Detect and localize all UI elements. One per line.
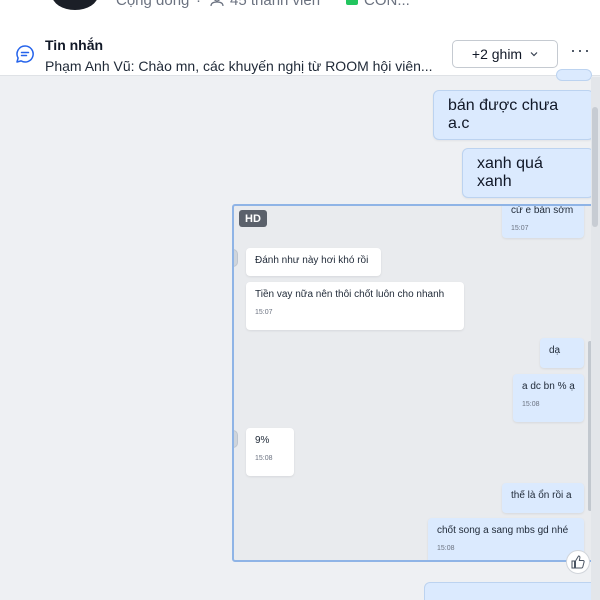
- embedded-bubble: chốt song a sang mbs gd nhé 15:08: [428, 518, 584, 560]
- embedded-bubble: dạ: [540, 338, 584, 368]
- separator: ·: [196, 0, 201, 9]
- embedded-time: 15:08: [437, 545, 455, 552]
- pinned-count-label: +2 ghim: [471, 46, 523, 62]
- chat-icon: [346, 0, 358, 5]
- embedded-bubble: Đánh như này hơi khó rồi: [246, 248, 381, 276]
- message-text: xanh quá xanh: [477, 155, 543, 190]
- message-bubble-partial[interactable]: [424, 582, 600, 600]
- chat-scrollbar-thumb[interactable]: [592, 107, 598, 227]
- members-count[interactable]: 45 thành viên: [230, 0, 320, 9]
- embedded-bubble: a dc bn % ạ 15:08: [513, 374, 584, 422]
- pinned-title: Tin nhắn: [45, 37, 104, 53]
- thumbs-up-icon[interactable]: [566, 550, 590, 574]
- image-message[interactable]: HD cứ e bán sớm 15:07 Đánh như này hơi k…: [232, 204, 595, 562]
- embedded-time: 15:07: [511, 225, 529, 232]
- group-avatar[interactable]: [52, 0, 98, 10]
- group-header: Cộng đồng · 45 thành viên CON...: [0, 0, 600, 22]
- avatar-dot: [234, 430, 238, 448]
- embedded-time: 15:08: [522, 401, 540, 408]
- embedded-bubble: thế là ổn rồi a: [502, 483, 584, 513]
- embedded-time: 15:08: [255, 455, 273, 462]
- pinned-message-bar[interactable]: Tin nhắn Phạm Anh Vũ: Chào mn, các khuyế…: [0, 22, 600, 76]
- message-bubble[interactable]: bán được chưa a.c: [433, 90, 594, 140]
- embedded-bubble: 9% 15:08: [246, 428, 294, 476]
- embedded-text: chốt song a sang mbs gd nhé: [437, 525, 569, 536]
- chat-area: bán được chưa a.c xanh quá xanh HD cứ e …: [0, 69, 600, 600]
- embedded-text: thế là ổn rồi a: [511, 490, 572, 501]
- message-text: bán được chưa a.c: [448, 97, 559, 132]
- thumbs-up-glyph: [571, 555, 585, 569]
- message-bubble[interactable]: xanh quá xanh: [462, 148, 594, 198]
- avatar-dot: [234, 249, 238, 267]
- users-icon: [210, 0, 224, 6]
- community-label[interactable]: Cộng đồng: [116, 0, 189, 9]
- embedded-text: a dc bn % ạ: [522, 381, 575, 392]
- message-icon: [16, 45, 34, 63]
- embedded-bubble: Tiền vay nữa nên thôi chốt luôn cho nhan…: [246, 282, 464, 330]
- more-options-button[interactable]: ···: [570, 41, 590, 64]
- embedded-time: 15:07: [255, 309, 273, 316]
- hd-badge: HD: [239, 210, 267, 227]
- embedded-text: cứ e bán sớm: [511, 205, 574, 216]
- embedded-text: 9%: [255, 435, 270, 446]
- embedded-text: Tiền vay nữa nên thôi chốt luôn cho nhan…: [255, 289, 445, 300]
- embedded-text: Đánh như này hơi khó rồi: [255, 255, 369, 266]
- embedded-bubble: cứ e bán sớm 15:07: [502, 205, 584, 238]
- chevron-down-icon: [530, 52, 538, 57]
- chat-label[interactable]: CON...: [364, 0, 410, 9]
- message-bubble-partial: [556, 69, 592, 81]
- pinned-count-button[interactable]: +2 ghim: [452, 40, 558, 68]
- embedded-text: dạ: [549, 345, 561, 356]
- pinned-preview[interactable]: Phạm Anh Vũ: Chào mn, các khuyến nghị từ…: [45, 58, 445, 74]
